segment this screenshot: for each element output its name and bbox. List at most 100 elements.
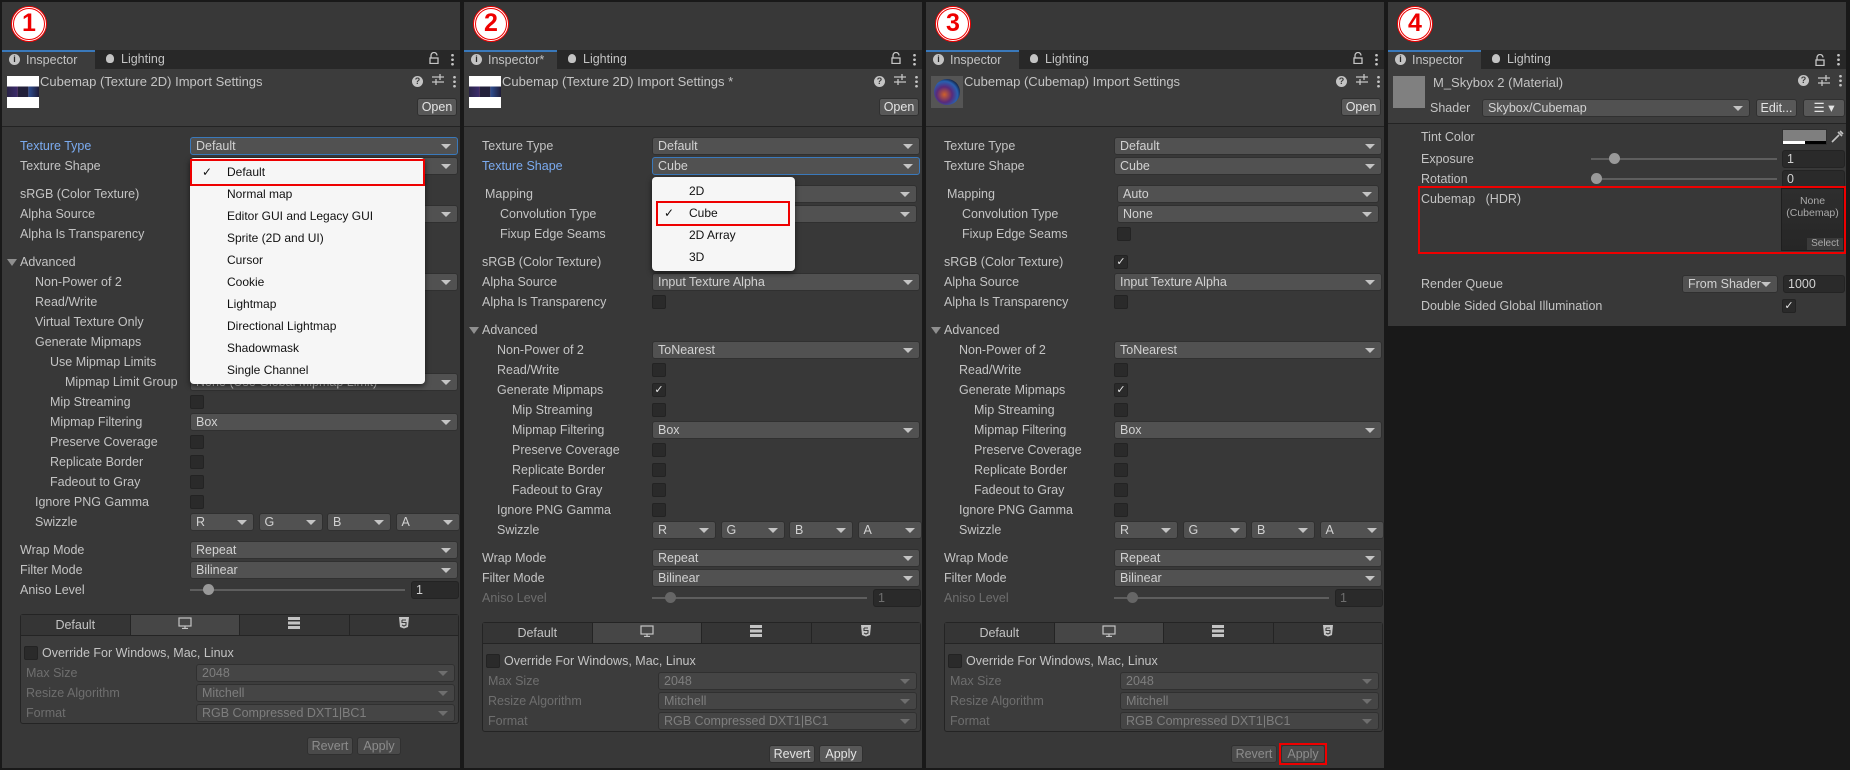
fadeout-to-gray-checkbox[interactable] — [190, 475, 204, 489]
mipmap-filtering-dropdown[interactable]: Box — [1114, 421, 1382, 439]
srgb-color-texture-checkbox[interactable]: ✓ — [1114, 255, 1128, 269]
popup-option-normal-map[interactable]: Normal map — [190, 183, 425, 205]
advanced-label[interactable]: Advanced — [944, 323, 1000, 337]
texture-type-dropdown[interactable]: Default — [652, 137, 920, 155]
preset-sliders-icon[interactable] — [1818, 75, 1830, 86]
popup-option-lightmap[interactable]: Lightmap — [190, 293, 425, 315]
mipmap-filtering-dropdown[interactable]: Box — [190, 413, 458, 431]
kebab-menu-icon[interactable] — [913, 53, 916, 66]
alpha-source-dropdown[interactable]: Input Texture Alpha — [1114, 273, 1382, 291]
filter-mode-dropdown[interactable]: Bilinear — [1114, 569, 1382, 587]
exposure-slider-thumb[interactable] — [1609, 153, 1621, 164]
lock-icon[interactable] — [1815, 53, 1825, 66]
revert-button[interactable]: Revert — [307, 737, 353, 755]
kebab-menu-icon[interactable] — [1375, 53, 1378, 66]
tab-inspector[interactable]: i Inspector — [926, 50, 1019, 69]
popup-option-default[interactable]: ✓ Default — [190, 161, 425, 183]
mip-streaming-checkbox[interactable] — [1114, 403, 1128, 417]
platform-tab-html5-icon[interactable] — [1273, 623, 1382, 643]
popup-option-2d-array[interactable]: 2D Array — [652, 224, 795, 246]
preserve-coverage-checkbox[interactable] — [1114, 443, 1128, 457]
swizzle-a-dropdown[interactable]: A — [1319, 521, 1384, 539]
filter-mode-dropdown[interactable]: Bilinear — [652, 569, 920, 587]
open-button[interactable]: Open — [879, 98, 919, 116]
override-checkbox[interactable] — [24, 646, 38, 660]
platform-tab-server-icon[interactable] — [240, 615, 350, 635]
aniso-slider-thumb[interactable] — [203, 584, 215, 595]
kebab-menu-icon[interactable] — [451, 53, 454, 66]
swizzle-r-dropdown[interactable]: R — [1114, 521, 1178, 539]
swizzle-r-dropdown[interactable]: R — [652, 521, 716, 539]
popup-option-sprite-2d-and-ui[interactable]: Sprite (2D and UI) — [190, 227, 425, 249]
wrap-mode-dropdown[interactable]: Repeat — [652, 549, 920, 567]
help-icon[interactable]: ? — [1336, 75, 1347, 87]
ignore-png-gamma-checkbox[interactable] — [190, 495, 204, 509]
override-checkbox[interactable] — [486, 654, 500, 668]
tab-lighting[interactable]: Lighting — [1483, 50, 1573, 69]
lock-icon[interactable] — [429, 51, 439, 67]
lock-icon[interactable] — [1353, 51, 1363, 67]
replicate-border-checkbox[interactable] — [1114, 463, 1128, 477]
popup-option-3d[interactable]: 3D — [652, 246, 795, 268]
replicate-border-checkbox[interactable] — [652, 463, 666, 477]
wrap-mode-dropdown[interactable]: Repeat — [1114, 549, 1382, 567]
platform-tab-default[interactable]: Default — [945, 623, 1055, 643]
generate-mipmaps-checkbox[interactable]: ✓ — [652, 383, 666, 397]
select-button[interactable]: Select — [1807, 238, 1843, 250]
tab-inspector[interactable]: i Inspector — [1388, 50, 1481, 69]
tab-lighting[interactable]: Lighting — [97, 50, 187, 69]
mapping-dropdown[interactable]: Auto — [1117, 185, 1379, 203]
swizzle-g-dropdown[interactable]: G — [720, 521, 785, 539]
tint-color-swatch[interactable] — [1782, 129, 1827, 145]
swizzle-b-dropdown[interactable]: B — [789, 521, 853, 539]
swizzle-a-dropdown[interactable]: A — [395, 513, 460, 531]
read-write-checkbox[interactable] — [652, 363, 666, 377]
fadeout-to-gray-checkbox[interactable] — [652, 483, 666, 497]
exposure-field[interactable]: 1 — [1782, 150, 1845, 168]
aniso-level-field[interactable]: 1 — [411, 581, 459, 599]
preset-sliders-icon[interactable] — [894, 74, 906, 88]
apply-button[interactable]: Apply — [357, 737, 401, 755]
kebab-menu-icon[interactable] — [453, 74, 456, 88]
platform-tab-monitor-icon[interactable] — [130, 615, 240, 635]
tab-inspector[interactable]: i Inspector — [2, 50, 95, 69]
preset-sliders-icon[interactable] — [432, 74, 444, 88]
open-button[interactable]: Open — [417, 98, 457, 116]
generate-mipmaps-checkbox[interactable]: ✓ — [1114, 383, 1128, 397]
tab-lighting[interactable]: Lighting — [1021, 50, 1111, 69]
swizzle-a-dropdown[interactable]: A — [857, 521, 922, 539]
lock-icon[interactable] — [891, 51, 901, 67]
swizzle-g-dropdown[interactable]: G — [1182, 521, 1247, 539]
revert-button[interactable]: Revert — [769, 745, 815, 763]
platform-tab-server-icon[interactable] — [702, 623, 812, 643]
texture-shape-dropdown[interactable]: Cube — [652, 157, 920, 175]
non-power-of-2-dropdown[interactable]: ToNearest — [652, 341, 920, 359]
edit-shader-button[interactable]: Edit... — [1756, 99, 1797, 117]
tab-lighting[interactable]: Lighting — [559, 50, 649, 69]
foldout-triangle-icon[interactable] — [469, 327, 479, 334]
help-icon[interactable]: ? — [412, 75, 423, 87]
revert-button[interactable]: Revert — [1231, 745, 1277, 763]
popup-option-cookie[interactable]: Cookie — [190, 271, 425, 293]
swizzle-b-dropdown[interactable]: B — [1251, 521, 1315, 539]
popup-option-editor-gui-and-legacy-gui[interactable]: Editor GUI and Legacy GUI — [190, 205, 425, 227]
apply-button[interactable]: Apply — [819, 745, 863, 763]
mipmap-filtering-dropdown[interactable]: Box — [652, 421, 920, 439]
texture-shape-dropdown[interactable]: Cube — [1114, 157, 1382, 175]
alpha-is-transparency-checkbox[interactable] — [1114, 295, 1128, 309]
popup-option-cursor[interactable]: Cursor — [190, 249, 425, 271]
platform-tab-server-icon[interactable] — [1164, 623, 1274, 643]
platform-tab-html5-icon[interactable] — [811, 623, 920, 643]
shader-menu-button[interactable]: ☰ ▾ — [1803, 99, 1845, 117]
cubemap-object-field[interactable]: None (Cubemap) Select — [1781, 188, 1844, 251]
rotation-slider-thumb[interactable] — [1591, 173, 1602, 184]
texture-type-dropdown[interactable]: Default — [1114, 137, 1382, 155]
eyedropper-icon[interactable] — [1830, 130, 1844, 144]
platform-tab-html5-icon[interactable] — [349, 615, 458, 635]
swizzle-r-dropdown[interactable]: R — [190, 513, 254, 531]
fixup-edge-seams-checkbox[interactable] — [1117, 227, 1131, 241]
popup-option-shadowmask[interactable]: Shadowmask — [190, 337, 425, 359]
open-button[interactable]: Open — [1341, 98, 1381, 116]
replicate-border-checkbox[interactable] — [190, 455, 204, 469]
tab-inspector[interactable]: i Inspector* — [464, 50, 557, 69]
